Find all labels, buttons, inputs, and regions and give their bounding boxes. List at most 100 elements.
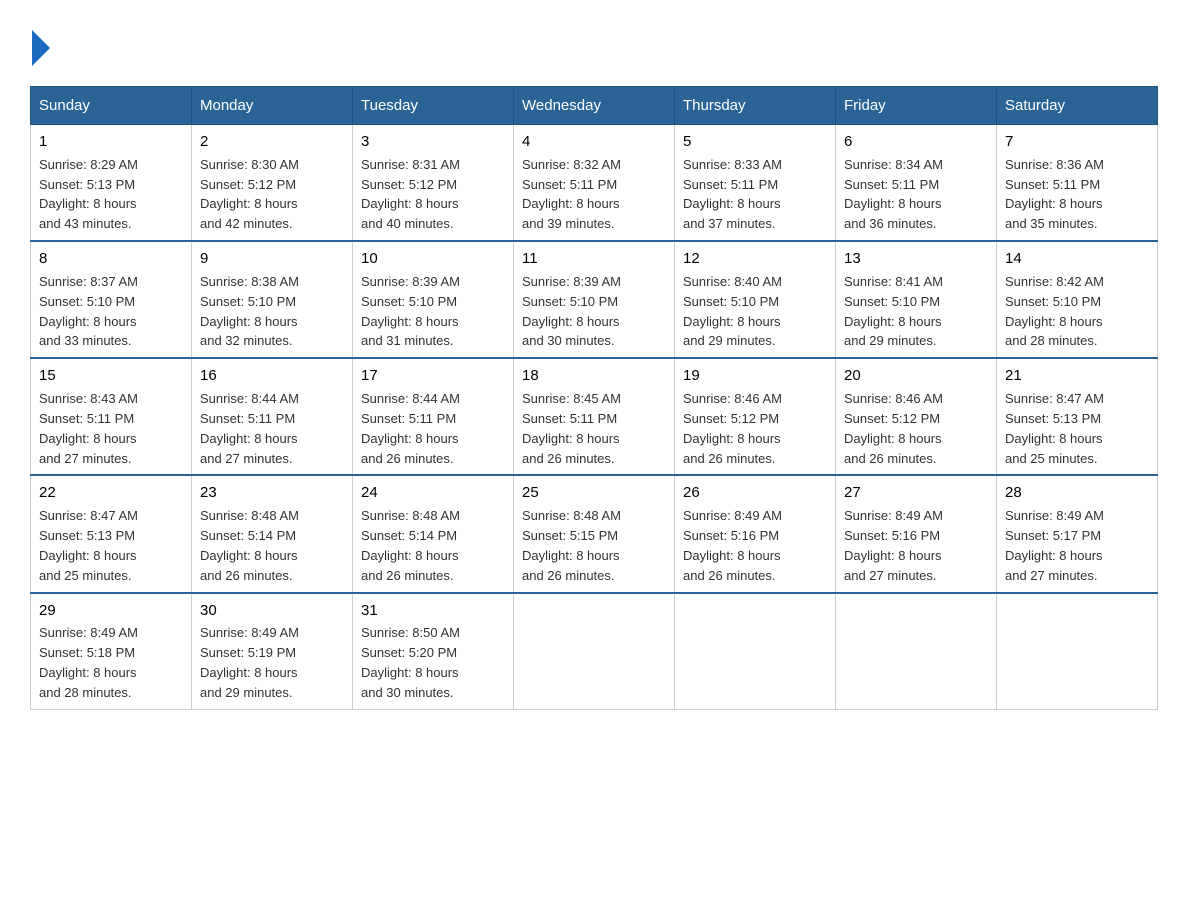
daylight-info: Daylight: 8 hours [200,196,298,211]
sunrise-info: Sunrise: 8:46 AM [844,391,943,406]
daylight-info: Daylight: 8 hours [683,196,781,211]
sunset-info: Sunset: 5:18 PM [39,645,135,660]
daylight-info-cont: and 26 minutes. [683,451,776,466]
daylight-info-cont: and 37 minutes. [683,216,776,231]
calendar-week-row: 29Sunrise: 8:49 AMSunset: 5:18 PMDayligh… [31,593,1158,710]
daylight-info: Daylight: 8 hours [683,314,781,329]
daylight-info: Daylight: 8 hours [200,431,298,446]
day-number: 12 [683,248,827,270]
calendar-cell: 18 Sunrise: 8:45 AM Sunset: 5:11 PM Dayligh… [514,358,675,475]
sunset-info: Sunset: 5:10 PM [200,294,296,309]
sunset-info: Sunset: 5:11 PM [361,411,456,426]
sunset-info: Sunset: 5:12 PM [683,411,779,426]
sunrise-info: Sunrise: 8:49 AM [200,625,299,640]
daylight-info-cont: and 36 minutes. [844,216,937,231]
daylight-info-cont: and 26 minutes. [361,451,454,466]
sunset-info: Sunset: 5:12 PM [200,177,296,192]
sunrise-info: Sunrise: 8:33 AM [683,157,782,172]
calendar-week-row: 1Sunrise: 8:29 AMSunset: 5:13 PMDaylight… [31,125,1158,242]
calendar-cell: 15Sunrise: 8:43 AMSunset: 5:11 PMDayligh… [31,358,192,475]
sunset-info: Sunset: 5:19 PM [200,645,296,660]
daylight-info: Daylight: 8 hours [39,431,137,446]
day-number: 25 [522,482,666,504]
calendar-cell: 26Sunrise: 8:49 AMSunset: 5:16 PMDayligh… [675,475,836,592]
daylight-info: Daylight: 8 hours [844,431,942,446]
day-number: 7 [1005,131,1149,153]
calendar-cell [997,593,1158,710]
daylight-info: Daylight: 8 hours [39,196,137,211]
calendar-cell: 25Sunrise: 8:48 AMSunset: 5:15 PMDayligh… [514,475,675,592]
calendar-cell: 8Sunrise: 8:37 AMSunset: 5:10 PMDaylight… [31,241,192,358]
sunset-info: Sunset: 5:11 PM [1005,177,1100,192]
day-number: 28 [1005,482,1149,504]
logo [30,20,52,66]
calendar-week-row: 15Sunrise: 8:43 AMSunset: 5:11 PMDayligh… [31,358,1158,475]
sunrise-info: Sunrise: 8:49 AM [39,625,138,640]
sunrise-info: Sunrise: 8:29 AM [39,157,138,172]
sunrise-info: Sunrise: 8:50 AM [361,625,460,640]
sunrise-info: Sunrise: 8:48 AM [361,508,460,523]
daylight-info: Daylight: 8 hours [844,196,942,211]
calendar-cell: 22Sunrise: 8:47 AMSunset: 5:13 PMDayligh… [31,475,192,592]
sunset-info: Sunset: 5:12 PM [844,411,940,426]
sunset-info: Sunset: 5:13 PM [39,177,135,192]
daylight-info-cont: and 31 minutes. [361,333,454,348]
sunrise-info: Sunrise: 8:43 AM [39,391,138,406]
day-number: 5 [683,131,827,153]
daylight-info: Daylight: 8 hours [361,548,459,563]
daylight-info-cont: and 28 minutes. [1005,333,1098,348]
day-number: 26 [683,482,827,504]
sunrise-info: Sunrise: 8:47 AM [1005,391,1104,406]
daylight-info: Daylight: 8 hours [200,665,298,680]
sunset-info: Sunset: 5:11 PM [522,411,617,426]
calendar-cell: 27Sunrise: 8:49 AMSunset: 5:16 PMDayligh… [836,475,997,592]
calendar-table: SundayMondayTuesdayWednesdayThursdayFrid… [30,86,1158,710]
sunrise-info: Sunrise: 8:40 AM [683,274,782,289]
daylight-info-cont: and 26 minutes. [522,568,615,583]
daylight-info: Daylight: 8 hours [522,314,620,329]
daylight-info: Daylight: 8 hours [1005,314,1103,329]
sunrise-info: Sunrise: 8:41 AM [844,274,943,289]
daylight-info-cont: and 27 minutes. [39,451,132,466]
sunset-info: Sunset: 5:14 PM [361,528,457,543]
daylight-info: Daylight: 8 hours [1005,548,1103,563]
daylight-info: Daylight: 8 hours [683,431,781,446]
daylight-info-cont: and 29 minutes. [844,333,937,348]
calendar-cell: 23Sunrise: 8:48 AMSunset: 5:14 PMDayligh… [192,475,353,592]
calendar-cell: 6Sunrise: 8:34 AMSunset: 5:11 PMDaylight… [836,125,997,242]
calendar-cell: 21Sunrise: 8:47 AMSunset: 5:13 PMDayligh… [997,358,1158,475]
daylight-info: Daylight: 8 hours [522,431,620,446]
daylight-info-cont: and 29 minutes. [683,333,776,348]
page-header [30,20,1158,66]
calendar-cell: 4Sunrise: 8:32 AMSunset: 5:11 PMDaylight… [514,125,675,242]
sunrise-info: Sunrise: 8:44 AM [361,391,460,406]
daylight-info-cont: and 43 minutes. [39,216,132,231]
daylight-info: Daylight: 8 hours [361,196,459,211]
sunrise-info: Sunrise: 8:45 AM [522,391,621,406]
daylight-info: Daylight: 8 hours [361,431,459,446]
daylight-info-cont: and 30 minutes. [522,333,615,348]
day-number: 20 [844,365,988,387]
column-header-tuesday: Tuesday [353,87,514,125]
daylight-info: Daylight: 8 hours [1005,196,1103,211]
sunrise-info: Sunrise: 8:46 AM [683,391,782,406]
day-number: 10 [361,248,505,270]
daylight-info-cont: and 26 minutes. [200,568,293,583]
daylight-info-cont: and 26 minutes. [522,451,615,466]
daylight-info: Daylight: 8 hours [200,314,298,329]
daylight-info-cont: and 32 minutes. [200,333,293,348]
sunset-info: Sunset: 5:11 PM [200,411,295,426]
sunset-info: Sunset: 5:17 PM [1005,528,1101,543]
sunset-info: Sunset: 5:10 PM [522,294,618,309]
sunrise-info: Sunrise: 8:36 AM [1005,157,1104,172]
daylight-info-cont: and 33 minutes. [39,333,132,348]
daylight-info-cont: and 27 minutes. [844,568,937,583]
column-header-sunday: Sunday [31,87,192,125]
day-number: 18 [522,365,666,387]
calendar-cell [836,593,997,710]
sunset-info: Sunset: 5:16 PM [683,528,779,543]
daylight-info-cont: and 35 minutes. [1005,216,1098,231]
calendar-cell: 20 Sunrise: 8:46 AM Sunset: 5:12 PM Dayligh… [836,358,997,475]
calendar-cell: 31Sunrise: 8:50 AMSunset: 5:20 PMDayligh… [353,593,514,710]
calendar-cell: 11Sunrise: 8:39 AMSunset: 5:10 PMDayligh… [514,241,675,358]
